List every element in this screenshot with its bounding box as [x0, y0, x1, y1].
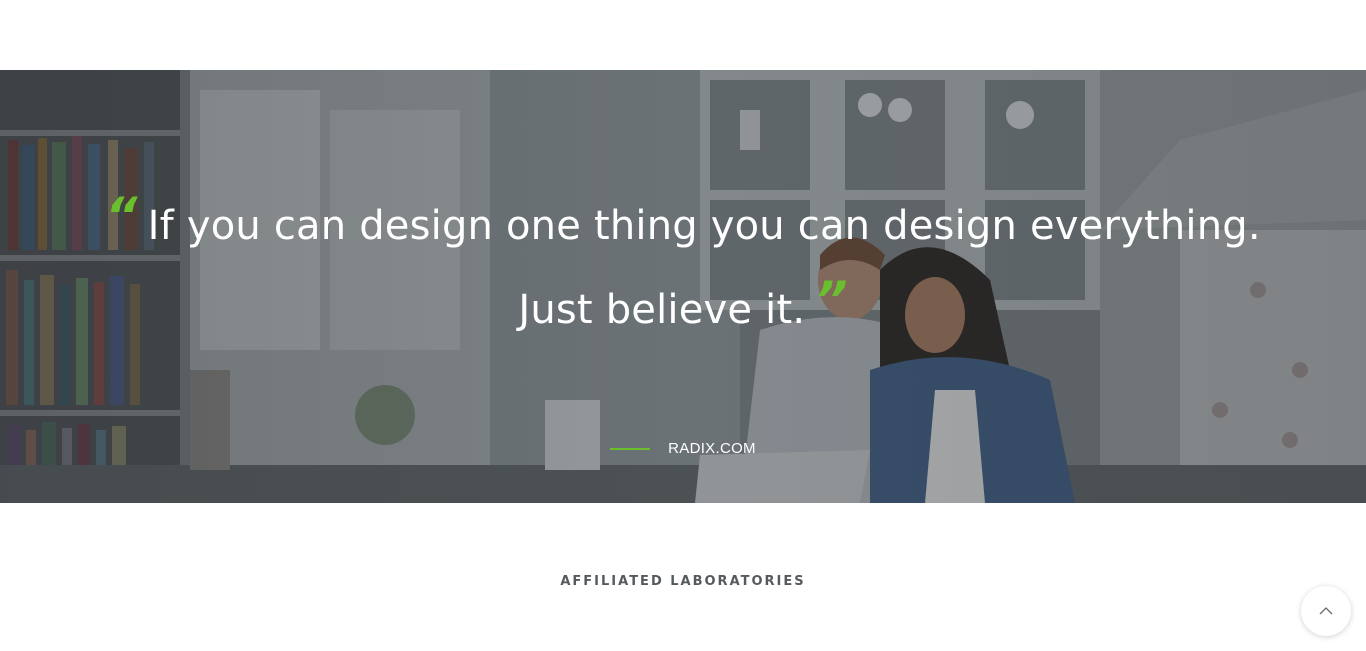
quote-source: RADIX.COM	[0, 440, 1366, 457]
section-title-affiliated-laboratories: AFFILIATED LABORATORIES	[560, 574, 806, 589]
quote-line-1: “If you can design one thing you can des…	[0, 182, 1366, 266]
close-quote-icon: ”	[815, 271, 848, 329]
chevron-up-icon	[1319, 607, 1333, 615]
quote-text-line-2: Just believe it.	[518, 287, 806, 333]
open-quote-icon: “	[105, 187, 138, 245]
back-to-top-button[interactable]	[1301, 586, 1351, 636]
quote-hero: “If you can design one thing you can des…	[0, 70, 1366, 503]
testimonial-quote: “If you can design one thing you can des…	[0, 182, 1366, 350]
source-label: RADIX.COM	[668, 440, 756, 457]
page: “If you can design one thing you can des…	[0, 0, 1366, 651]
source-accent-line	[610, 447, 651, 450]
quote-text-line-1: If you can design one thing you can desi…	[147, 203, 1261, 249]
quote-line-2: Just believe it.”	[0, 266, 1366, 350]
